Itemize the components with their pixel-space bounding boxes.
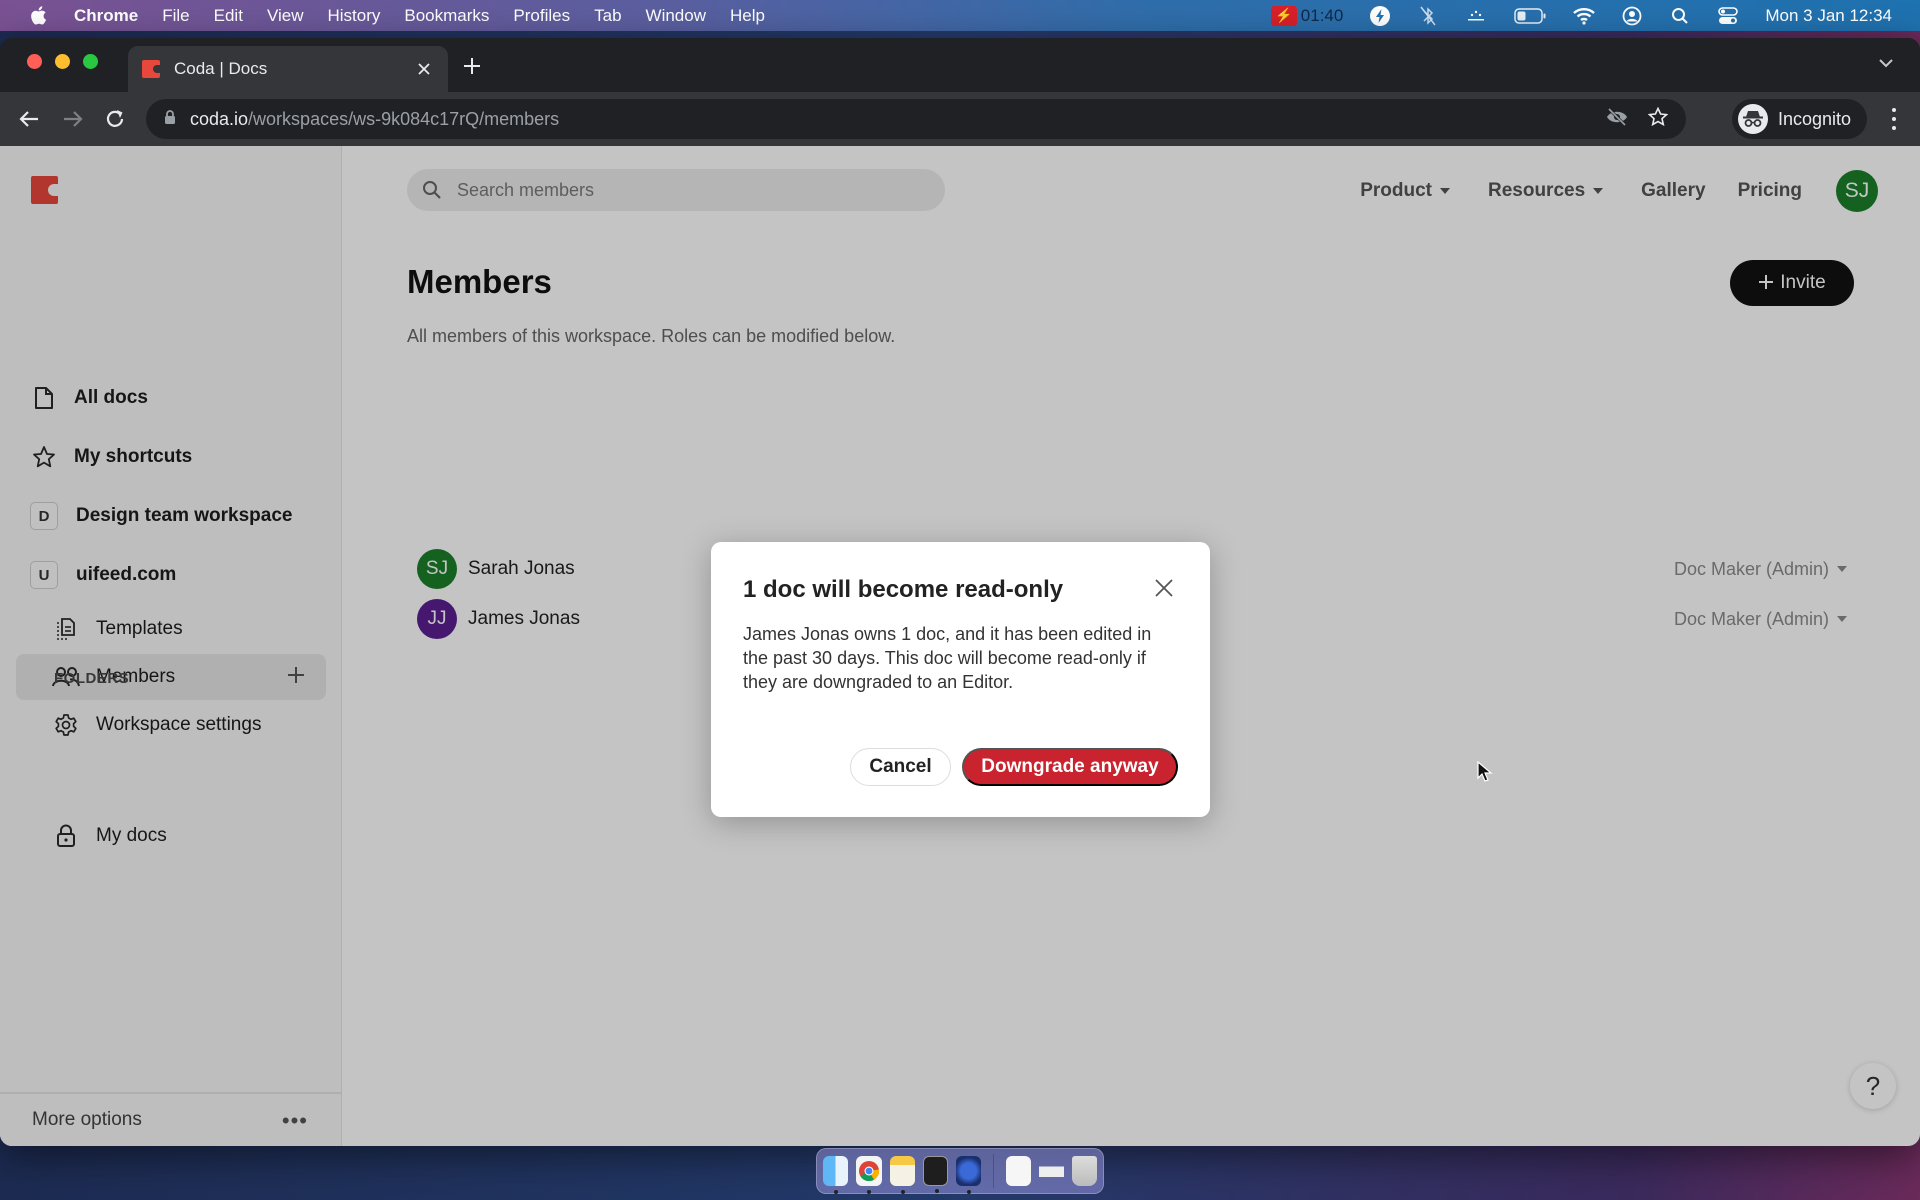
dock-separator xyxy=(993,1154,995,1188)
bluetooth-off-icon[interactable] xyxy=(1417,5,1439,27)
new-tab-button[interactable] xyxy=(460,54,484,78)
close-window-button[interactable] xyxy=(27,54,42,69)
downgrade-confirmation-dialog: 1 doc will become read-only James Jonas … xyxy=(711,542,1210,817)
dock-finder-icon[interactable] xyxy=(823,1156,848,1194)
menu-app-chrome[interactable]: Chrome xyxy=(74,6,138,26)
forward-button[interactable] xyxy=(58,104,88,134)
bookmark-star-icon[interactable] xyxy=(1647,106,1669,132)
wifi-extension-icon[interactable] xyxy=(1465,5,1487,27)
dialog-body: James Jonas owns 1 doc, and it has been … xyxy=(743,624,1152,692)
spotlight-icon[interactable] xyxy=(1669,5,1691,27)
reload-button[interactable] xyxy=(100,104,130,134)
dock-trash-icon[interactable] xyxy=(1072,1156,1098,1186)
lock-icon[interactable] xyxy=(164,109,176,130)
address-bar[interactable]: coda.io/workspaces/ws-9k084c17rQ/members xyxy=(146,99,1686,139)
close-tab-icon[interactable] xyxy=(414,59,434,79)
battery-icon[interactable] xyxy=(1513,5,1547,27)
coda-page: All docs My shortcuts D Design team work… xyxy=(0,146,1920,1146)
macos-menubar: Chrome File Edit View History Bookmarks … xyxy=(0,0,1920,31)
menu-edit[interactable]: Edit xyxy=(214,6,243,26)
recording-icon: ⚡ xyxy=(1270,5,1297,26)
tracking-protection-eye-off-icon[interactable] xyxy=(1606,107,1628,131)
profile-label: Incognito xyxy=(1778,108,1852,129)
menu-help[interactable]: Help xyxy=(730,6,765,26)
menu-bookmarks[interactable]: Bookmarks xyxy=(404,6,489,26)
menu-window[interactable]: Window xyxy=(646,6,706,26)
menu-tab[interactable]: Tab xyxy=(594,6,621,26)
minimize-window-button[interactable] xyxy=(55,54,70,69)
user-icon[interactable] xyxy=(1621,5,1643,27)
macos-dock xyxy=(816,1148,1104,1194)
control-center-icon[interactable] xyxy=(1717,5,1739,27)
dialog-title: 1 doc will become read-only xyxy=(743,576,1064,603)
browser-window: Coda | Docs coda.io/workspaces/ws-9k084c… xyxy=(0,38,1920,1146)
cancel-button[interactable]: Cancel xyxy=(850,748,951,786)
menu-history[interactable]: History xyxy=(327,6,380,26)
dock-flashlight-icon[interactable] xyxy=(956,1156,982,1194)
dock-notes-icon[interactable] xyxy=(890,1156,915,1194)
close-dialog-icon[interactable] xyxy=(1152,576,1176,600)
dock-chrome-icon[interactable] xyxy=(856,1156,882,1194)
menu-file[interactable]: File xyxy=(162,6,189,26)
apple-icon[interactable] xyxy=(28,5,48,27)
browser-toolbar: coda.io/workspaces/ws-9k084c17rQ/members… xyxy=(0,92,1920,146)
window-controls xyxy=(27,54,98,69)
incognito-profile-button[interactable]: Incognito xyxy=(1732,99,1868,139)
menu-profiles[interactable]: Profiles xyxy=(513,6,570,26)
url-host: coda.io xyxy=(190,108,249,129)
coda-favicon-icon xyxy=(142,60,160,78)
dock-screenshot-icon[interactable] xyxy=(1039,1156,1065,1186)
wifi-icon[interactable] xyxy=(1573,5,1596,27)
incognito-icon xyxy=(1738,104,1768,134)
tab-title: Coda | Docs xyxy=(174,59,268,78)
dock-document-icon[interactable] xyxy=(1006,1156,1032,1186)
zoom-window-button[interactable] xyxy=(83,54,98,69)
menubar-status-area: ⚡ 01:40 Mon 3 Jan 12:34 xyxy=(1270,0,1892,31)
tab-strip: Coda | Docs xyxy=(0,38,1920,92)
mouse-cursor-icon xyxy=(1477,760,1493,783)
dock-terminal-icon[interactable] xyxy=(923,1156,949,1193)
flash-icon[interactable] xyxy=(1369,5,1391,27)
downgrade-anyway-button[interactable]: Downgrade anyway xyxy=(962,748,1178,786)
url-path: /workspaces/ws-9k084c17rQ/members xyxy=(248,108,560,129)
back-button[interactable] xyxy=(14,104,44,134)
menu-view[interactable]: View xyxy=(267,6,304,26)
tab-search-chevron-icon[interactable] xyxy=(1878,55,1898,75)
browser-tab-active[interactable]: Coda | Docs xyxy=(128,46,448,92)
browser-menu-button[interactable] xyxy=(1884,106,1904,132)
recording-indicator[interactable]: ⚡ 01:40 xyxy=(1270,5,1344,26)
recording-time: 01:40 xyxy=(1300,5,1344,25)
menubar-clock[interactable]: Mon 3 Jan 12:34 xyxy=(1765,6,1892,26)
